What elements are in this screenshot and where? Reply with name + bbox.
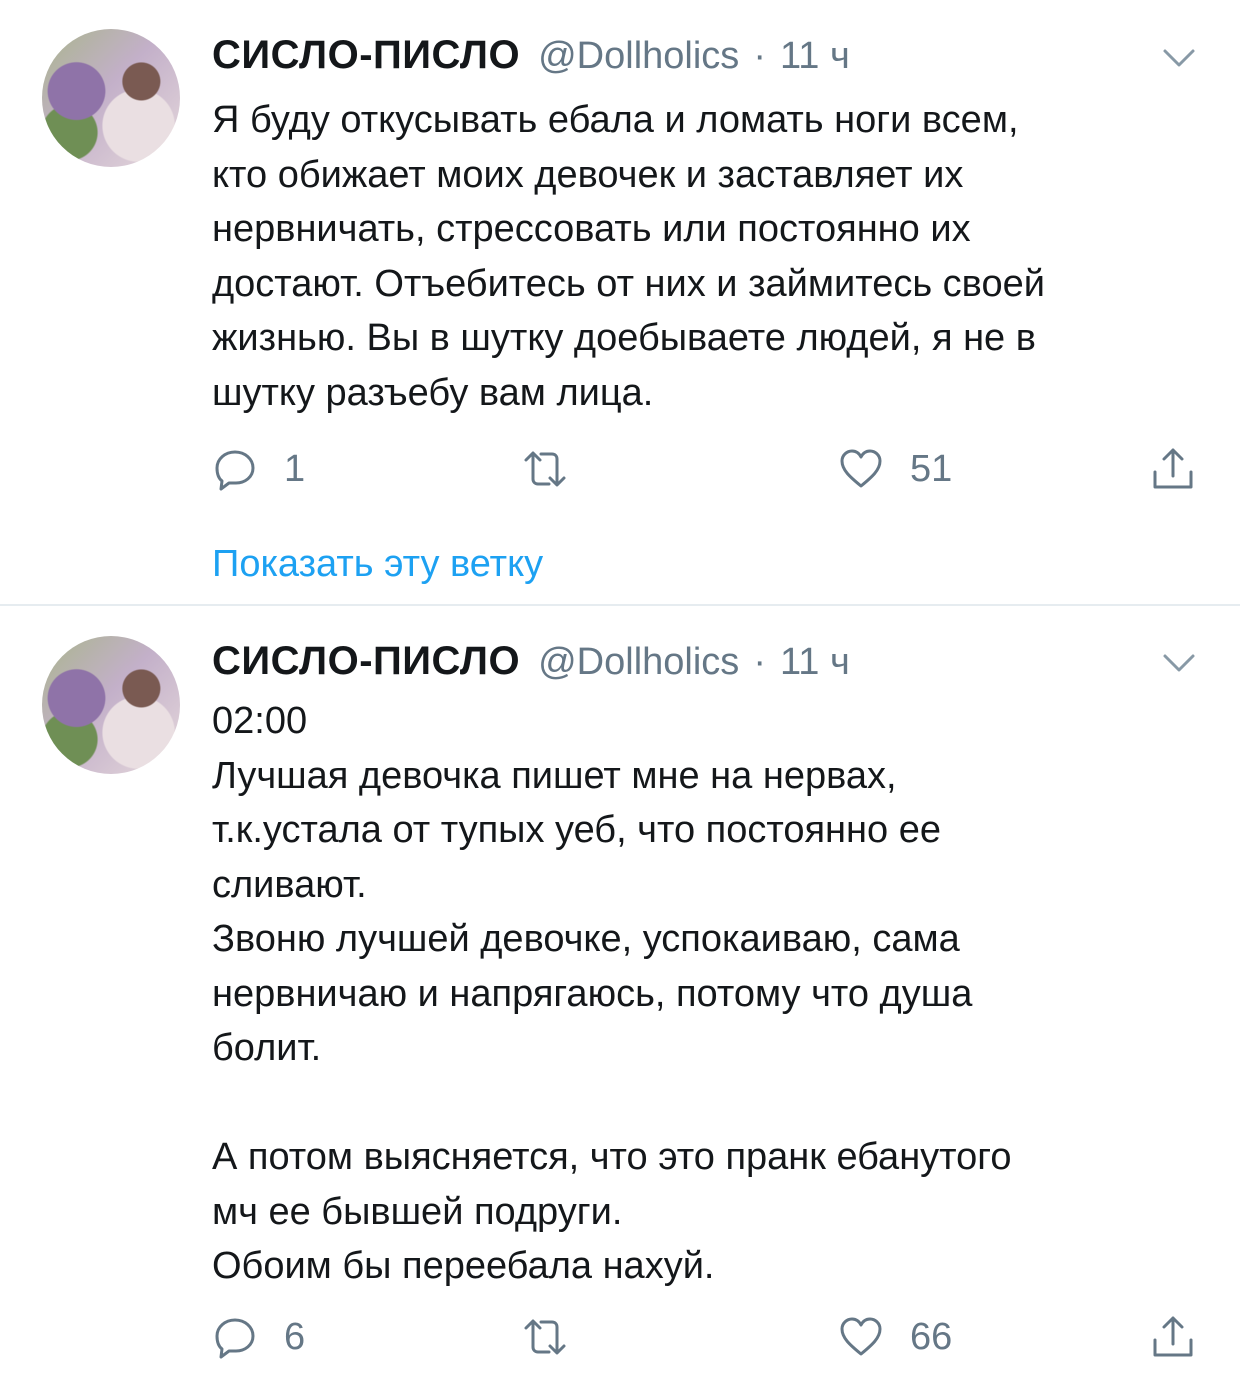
avatar[interactable] [42,29,180,167]
like-count: 66 [910,1315,953,1358]
reply-count: 1 [284,447,306,490]
tweet-timestamp[interactable]: 11 ч [780,35,850,78]
author-name[interactable]: СИСЛО-ПИСЛО [212,639,520,684]
share-icon [1153,448,1193,489]
tweet-timestamp[interactable]: 11 ч [780,641,850,684]
share-button[interactable] [1150,441,1196,497]
share-button[interactable] [1150,1309,1196,1365]
like-button[interactable]: 66 [838,1309,952,1365]
chevron-down-icon[interactable] [1162,47,1196,69]
reply-icon [215,450,255,491]
retweet-icon [524,451,566,487]
reply-count: 6 [284,1315,306,1358]
tweet[interactable]: СИСЛО-ПИСЛО @Dollholics · 11 ч Я буду от… [0,0,1240,605]
heart-icon [840,449,882,488]
tweet-header: СИСЛО-ПИСЛО @Dollholics · 11 ч [212,33,850,83]
tweet-text: Я буду откусывать ебала и ломать ноги вс… [212,99,1045,414]
retweet-icon [524,1319,566,1355]
chevron-down-icon[interactable] [1162,652,1196,674]
reply-button[interactable]: 1 [212,441,305,497]
like-button[interactable]: 51 [838,441,952,497]
heart-icon [840,1317,882,1356]
reply-icon [215,1318,255,1359]
retweet-button[interactable] [522,441,594,497]
tweet-header: СИСЛО-ПИСЛО @Dollholics · 11 ч [212,639,850,689]
tweet-text: 02:00 Лучшая девочка пишет мне на нервах… [212,700,1012,1287]
tweet-actions: 6 66 [212,1309,1212,1365]
separator-dot: · [753,641,766,683]
share-icon [1153,1316,1193,1357]
reply-button[interactable]: 6 [212,1309,305,1365]
separator-dot: · [753,35,766,77]
author-name[interactable]: СИСЛО-ПИСЛО [212,33,520,78]
author-handle[interactable]: @Dollholics [538,35,739,78]
retweet-button[interactable] [522,1309,594,1365]
tweet[interactable]: СИСЛО-ПИСЛО @Dollholics · 11 ч 02:00 Луч… [0,606,1240,1397]
like-count: 51 [910,447,953,490]
tweet-actions: 1 51 [212,441,1212,497]
author-handle[interactable]: @Dollholics [538,641,739,684]
avatar[interactable] [42,636,180,774]
show-thread-link[interactable]: Показать эту ветку [212,543,543,586]
